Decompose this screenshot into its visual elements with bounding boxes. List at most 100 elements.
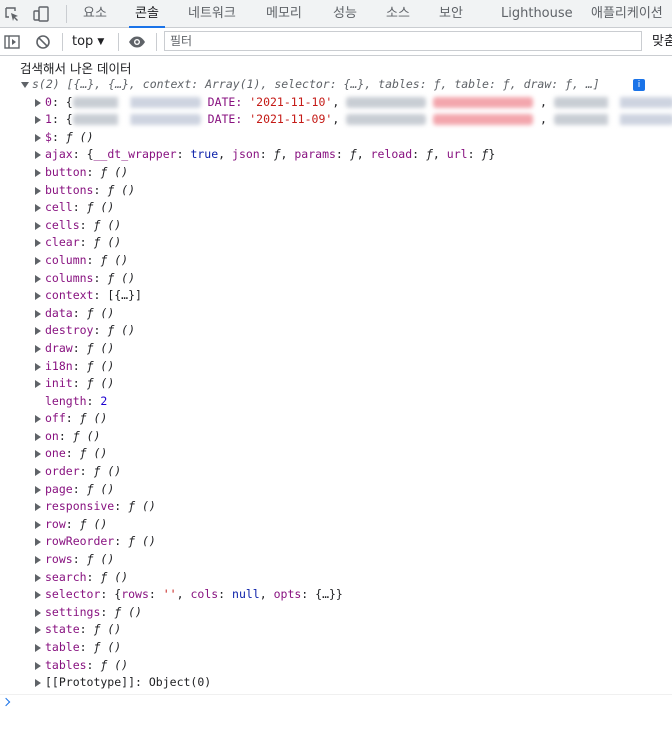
expand-triangle-icon[interactable]	[35, 556, 41, 565]
expand-triangle-icon[interactable]	[35, 168, 41, 177]
devtools-tab-bar: 요소 콘솔 네트워크 메모리 성능 소스 보안 Lighthouse 애플리케이션	[0, 0, 672, 28]
expand-triangle-icon[interactable]	[35, 450, 41, 459]
property-row[interactable]: columns: ƒ ()	[0, 270, 672, 288]
expand-triangle-icon[interactable]	[35, 485, 41, 494]
expand-triangle-icon[interactable]	[35, 151, 41, 160]
expand-triangle-icon[interactable]	[35, 415, 41, 424]
expand-triangle-icon[interactable]	[35, 344, 41, 353]
tab-8[interactable]: 애플리케이션	[591, 0, 663, 27]
tab-3[interactable]: 메모리	[266, 0, 302, 27]
tab-7[interactable]: Lighthouse	[501, 0, 573, 27]
property-row[interactable]: search: ƒ ()	[0, 569, 672, 587]
array-item-row[interactable]: 0: { DATE: '2021-11-10', ,	[0, 94, 672, 112]
expand-triangle-icon[interactable]	[35, 309, 41, 318]
expand-triangle-icon[interactable]	[35, 679, 41, 688]
expand-triangle-icon[interactable]	[35, 661, 41, 670]
property-row[interactable]: on: ƒ ()	[0, 428, 672, 446]
expand-triangle-icon[interactable]	[35, 380, 41, 389]
array-item-row[interactable]: 1: { DATE: '2021-11-09', ,	[0, 111, 672, 129]
expand-triangle-icon[interactable]	[35, 256, 41, 265]
property-row[interactable]: buttons: ƒ ()	[0, 182, 672, 200]
property-row[interactable]: order: ƒ ()	[0, 463, 672, 481]
context-selector[interactable]: top ▼	[72, 28, 104, 55]
property-key: cells	[45, 217, 80, 232]
property-row[interactable]: [[Prototype]]: Object(0)	[0, 674, 672, 692]
property-row[interactable]: row: ƒ ()	[0, 516, 672, 534]
property-row[interactable]: settings: ƒ ()	[0, 604, 672, 622]
property-key: button	[45, 164, 87, 179]
property-value: ƒ ()	[128, 499, 156, 514]
expand-triangle-icon[interactable]	[35, 538, 41, 547]
device-toolbar-icon[interactable]	[32, 5, 50, 23]
property-key: search	[45, 569, 87, 584]
expand-triangle-icon[interactable]	[35, 186, 41, 195]
console-toolbar: top▼ 맞춤	[0, 28, 672, 56]
property-row[interactable]: tables: ƒ ()	[0, 657, 672, 675]
expand-triangle-icon[interactable]	[35, 327, 41, 336]
property-value: ƒ ()	[79, 446, 108, 461]
property-row[interactable]: state: ƒ ()	[0, 621, 672, 639]
property-row[interactable]: cell: ƒ ()	[0, 199, 672, 217]
expand-triangle-icon[interactable]	[35, 644, 41, 652]
inspect-element-icon[interactable]	[3, 5, 21, 23]
property-row[interactable]: table: ƒ ()	[0, 639, 672, 657]
expand-triangle-icon[interactable]	[35, 274, 41, 283]
clear-console-icon[interactable]	[34, 33, 52, 51]
property-row[interactable]: selector: {rows: '', cols: null, opts: {…	[0, 586, 672, 604]
property-row[interactable]: page: ƒ ()	[0, 481, 672, 499]
expand-triangle-icon[interactable]	[35, 116, 41, 125]
tab-0[interactable]: 요소	[83, 0, 107, 27]
property-row[interactable]: draw: ƒ ()	[0, 340, 672, 358]
tab-5[interactable]: 소스	[386, 0, 410, 27]
property-row[interactable]: off: ƒ ()	[0, 410, 672, 428]
property-row[interactable]: init: ƒ ()	[0, 375, 672, 393]
property-row: length: 2	[0, 393, 672, 411]
info-icon[interactable]: i	[633, 79, 645, 91]
property-row[interactable]: responsive: ƒ ()	[0, 498, 672, 516]
property-key: destroy	[45, 323, 94, 338]
tab-6[interactable]: 보안	[439, 0, 463, 27]
property-value: ƒ ()	[114, 604, 142, 619]
property-row[interactable]: destroy: ƒ ()	[0, 322, 672, 340]
log-levels-dropdown[interactable]: 맞춤	[652, 28, 672, 55]
tab-1[interactable]: 콘솔	[129, 0, 165, 28]
console-prompt[interactable]	[0, 694, 672, 719]
redacted-field	[346, 96, 427, 108]
eye-icon[interactable]	[128, 33, 146, 51]
property-row[interactable]: one: ƒ ()	[0, 445, 672, 463]
property-row[interactable]: rowReorder: ƒ ()	[0, 533, 672, 551]
expand-triangle-icon[interactable]	[35, 432, 41, 441]
property-entry: off: ƒ ()	[45, 411, 108, 426]
property-row[interactable]: data: ƒ ()	[0, 305, 672, 323]
expand-triangle-icon[interactable]	[35, 503, 41, 512]
property-row[interactable]: cells: ƒ ()	[0, 217, 672, 235]
expand-triangle-icon[interactable]	[35, 133, 41, 142]
property-row[interactable]: $: ƒ ()	[0, 129, 672, 147]
expand-triangle-icon[interactable]	[35, 468, 41, 477]
property-row[interactable]: button: ƒ ()	[0, 164, 672, 182]
expand-triangle-icon[interactable]	[35, 362, 41, 371]
object-summary-row[interactable]: s(2) [{…}, {…}, context: Array(1), selec…	[0, 76, 672, 94]
expand-triangle-icon[interactable]	[35, 626, 41, 635]
property-row[interactable]: i18n: ƒ ()	[0, 358, 672, 376]
filter-input[interactable]	[164, 31, 642, 51]
expand-triangle-icon[interactable]	[35, 292, 41, 301]
property-row[interactable]: ajax: {__dt_wrapper: true, json: ƒ, para…	[0, 146, 672, 164]
property-row[interactable]: column: ƒ ()	[0, 252, 672, 270]
expand-triangle-icon[interactable]	[35, 221, 41, 230]
expand-triangle-icon[interactable]	[35, 573, 41, 582]
property-row[interactable]: rows: ƒ ()	[0, 551, 672, 569]
collapse-triangle-icon[interactable]	[21, 82, 29, 88]
property-row[interactable]: clear: ƒ ()	[0, 234, 672, 252]
expand-triangle-icon[interactable]	[35, 98, 41, 107]
expand-triangle-icon[interactable]	[35, 520, 41, 529]
tab-4[interactable]: 성능	[333, 0, 357, 27]
property-value: ƒ ()	[86, 376, 115, 391]
expand-triangle-icon[interactable]	[35, 608, 41, 617]
expand-triangle-icon[interactable]	[35, 239, 41, 248]
property-row[interactable]: context: [{…}]	[0, 287, 672, 305]
tab-2[interactable]: 네트워크	[188, 0, 236, 27]
expand-triangle-icon[interactable]	[35, 591, 41, 600]
sidebar-toggle-icon[interactable]	[3, 33, 21, 51]
expand-triangle-icon[interactable]	[35, 204, 41, 213]
